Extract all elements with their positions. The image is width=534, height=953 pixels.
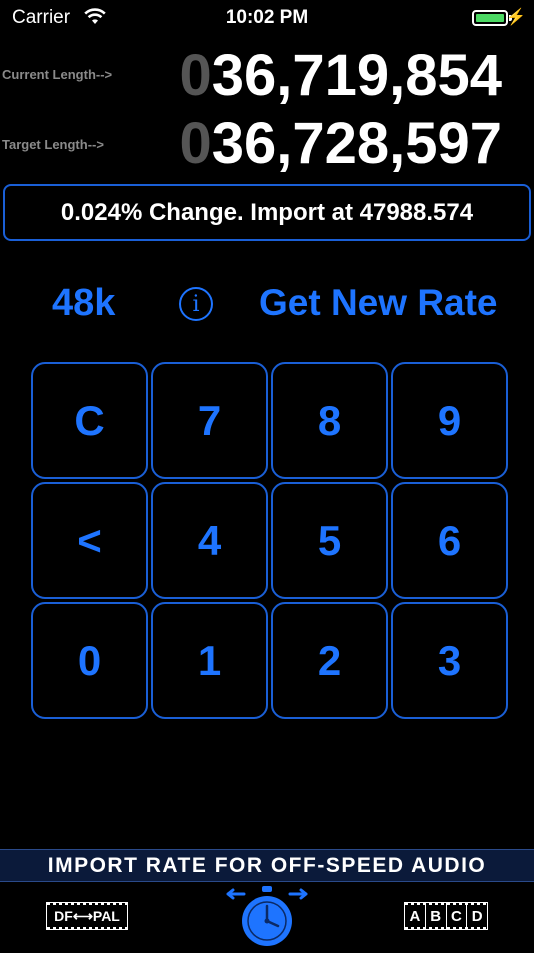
current-length-digits: 36,719,854 [211,43,502,108]
result-text: 0.024% Change. Import at 47988.574 [60,198,474,226]
key-1[interactable]: 1 [151,602,268,719]
info-icon[interactable]: i [179,287,213,321]
target-length-value[interactable]: 036,728,597 [179,110,502,177]
key-6[interactable]: 6 [391,482,508,599]
film-frames-icon[interactable]: A B C D [404,902,488,930]
status-bar: Carrier 10:02 PM ⚡ [0,0,534,36]
key-9[interactable]: 9 [391,362,508,479]
frame-d: D [466,903,487,929]
key-2[interactable]: 2 [271,602,388,719]
keypad: C 7 8 9 < 4 5 6 0 1 2 3 [31,362,509,720]
stopwatch-icon[interactable] [224,884,310,948]
frame-a: A [409,907,421,925]
current-length-leading-zero: 0 [179,43,212,108]
key-3[interactable]: 3 [391,602,508,719]
frame-c: C [445,903,467,929]
pal-label: PAL [92,908,120,924]
key-8[interactable]: 8 [271,362,388,479]
target-length-label: Target Length--> [2,137,104,152]
key-backspace[interactable]: < [31,482,148,599]
charging-bolt-icon: ⚡ [506,9,526,26]
tab-bar: DF ⟷ PAL A B C D [0,882,534,950]
frame-b: B [424,903,446,929]
result-box: 0.024% Change. Import at 47988.574 [3,184,531,241]
banner-text: IMPORT RATE FOR OFF-SPEED AUDIO [47,853,487,877]
key-clear[interactable]: C [31,362,148,479]
df-pal-convert-icon[interactable]: DF ⟷ PAL [46,902,128,930]
current-length-value[interactable]: 036,719,854 [179,42,502,109]
key-4[interactable]: 4 [151,482,268,599]
get-new-rate-button[interactable]: Get New Rate [259,282,498,324]
double-arrow-icon: ⟷ [72,907,93,924]
df-label: DF [54,908,73,924]
key-7[interactable]: 7 [151,362,268,479]
target-length-leading-zero: 0 [179,111,212,176]
current-length-label: Current Length--> [2,67,113,82]
target-length-digits: 36,728,597 [211,111,502,176]
frame-cells: A B C D [405,903,487,929]
status-time: 10:02 PM [225,7,309,28]
app-banner: IMPORT RATE FOR OFF-SPEED AUDIO [0,849,534,882]
key-5[interactable]: 5 [271,482,388,599]
key-0[interactable]: 0 [31,602,148,719]
battery-icon [472,10,508,26]
sample-rate-button[interactable]: 48k [52,282,115,325]
